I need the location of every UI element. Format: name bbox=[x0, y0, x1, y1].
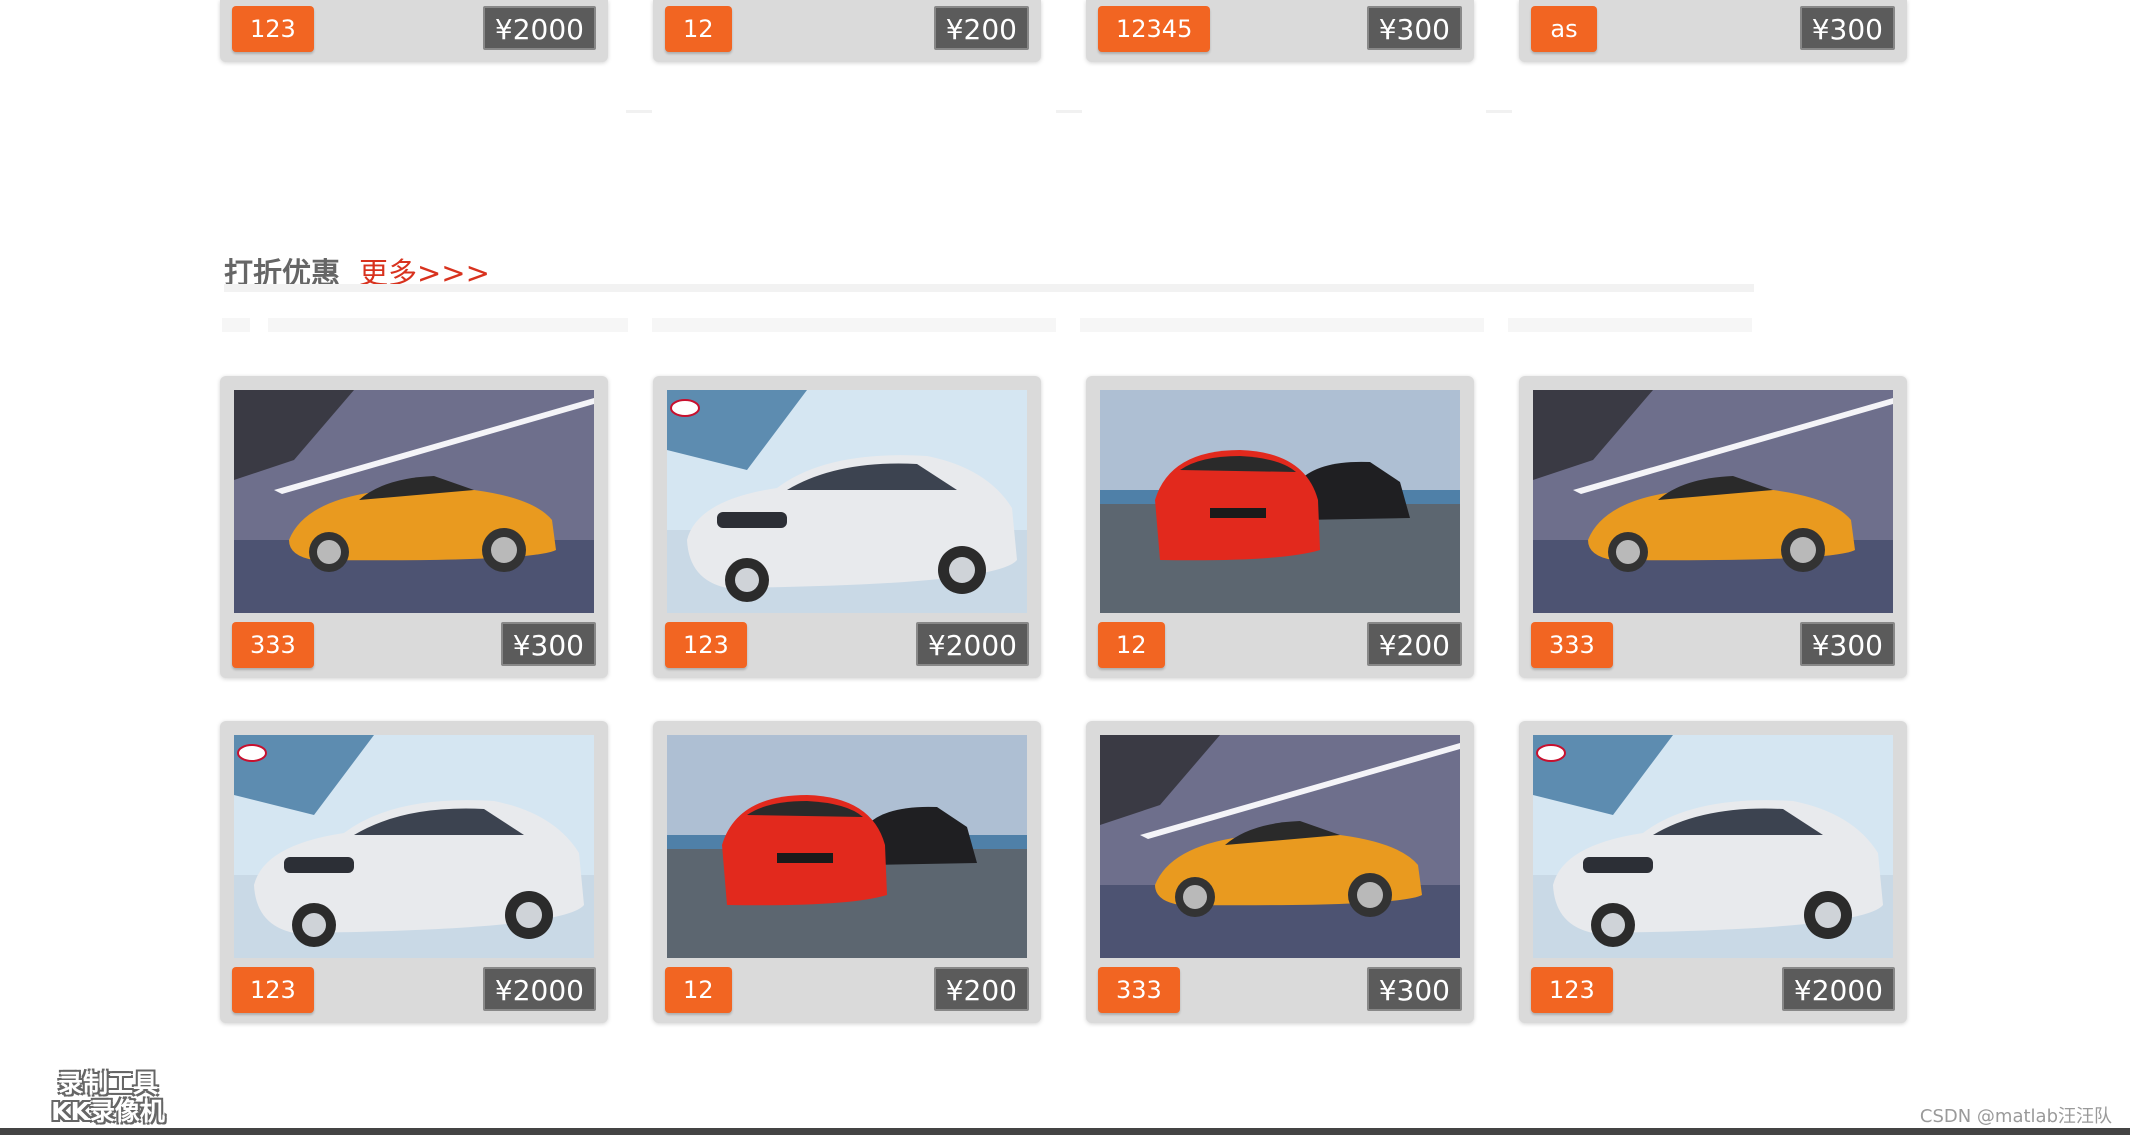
product-price: ¥2000 bbox=[1781, 967, 1895, 1011]
divider bbox=[1508, 318, 1752, 332]
product-card[interactable]: 123 ¥2000 bbox=[653, 376, 1041, 678]
silver-kia-sedan-image bbox=[667, 390, 1027, 613]
divider bbox=[1056, 110, 1082, 113]
divider bbox=[1486, 110, 1512, 113]
product-card[interactable]: 123 ¥2000 bbox=[220, 0, 608, 62]
product-tag[interactable]: 12 bbox=[665, 6, 732, 52]
red-bmw-image bbox=[1100, 390, 1460, 613]
product-price: ¥300 bbox=[1799, 6, 1895, 50]
product-price: ¥300 bbox=[500, 622, 596, 666]
credit-text: CSDN @matlab汪汪队 bbox=[1919, 1106, 2112, 1127]
car-photo[interactable] bbox=[667, 735, 1027, 958]
product-tag[interactable]: 123 bbox=[1531, 967, 1613, 1013]
silver-kia-sedan-image bbox=[234, 735, 594, 958]
product-card[interactable]: 333 ¥300 bbox=[1086, 721, 1474, 1023]
product-price: ¥200 bbox=[933, 6, 1029, 50]
recorder-watermark: 录制工具 KK录像机 bbox=[38, 1070, 178, 1128]
product-tag[interactable]: 123 bbox=[232, 967, 314, 1013]
orange-coupe-image bbox=[1100, 735, 1460, 958]
product-tag[interactable]: 12 bbox=[665, 967, 732, 1013]
section-divider bbox=[224, 284, 1754, 292]
product-tag[interactable]: 12345 bbox=[1098, 6, 1211, 52]
product-tag[interactable]: 12 bbox=[1098, 622, 1165, 668]
product-card[interactable]: 333 ¥300 bbox=[220, 376, 608, 678]
car-photo[interactable] bbox=[1533, 390, 1893, 613]
product-tag[interactable]: 333 bbox=[1531, 622, 1613, 668]
divider bbox=[222, 318, 250, 332]
product-tag[interactable]: 123 bbox=[665, 622, 747, 668]
product-price: ¥300 bbox=[1366, 6, 1462, 50]
product-card[interactable]: 12345 ¥300 bbox=[1086, 0, 1474, 62]
product-price: ¥200 bbox=[1366, 622, 1462, 666]
watermark-line: 录制工具 bbox=[57, 1069, 158, 1098]
product-card[interactable]: 123 ¥2000 bbox=[220, 721, 608, 1023]
car-photo[interactable] bbox=[1100, 390, 1460, 613]
product-price: ¥2000 bbox=[482, 967, 596, 1011]
car-photo[interactable] bbox=[667, 390, 1027, 613]
divider bbox=[652, 318, 1056, 332]
product-tag[interactable]: as bbox=[1531, 6, 1597, 52]
product-card[interactable]: 333 ¥300 bbox=[1519, 376, 1907, 678]
divider bbox=[626, 110, 652, 113]
product-card[interactable]: 12 ¥200 bbox=[653, 721, 1041, 1023]
product-price: ¥300 bbox=[1366, 967, 1462, 1011]
product-tag[interactable]: 123 bbox=[232, 6, 314, 52]
bottom-bar bbox=[0, 1128, 2130, 1135]
product-price: ¥200 bbox=[933, 967, 1029, 1011]
orange-coupe-image bbox=[1533, 390, 1893, 613]
product-card[interactable]: 12 ¥200 bbox=[1086, 376, 1474, 678]
product-card[interactable]: 123 ¥2000 bbox=[1519, 721, 1907, 1023]
product-price: ¥2000 bbox=[482, 6, 596, 50]
red-bmw-image bbox=[667, 735, 1027, 958]
car-photo[interactable] bbox=[1533, 735, 1893, 958]
product-price: ¥2000 bbox=[915, 622, 1029, 666]
orange-coupe-image bbox=[234, 390, 594, 613]
product-card[interactable]: as ¥300 bbox=[1519, 0, 1907, 62]
product-tag[interactable]: 333 bbox=[232, 622, 314, 668]
product-tag[interactable]: 333 bbox=[1098, 967, 1180, 1013]
car-photo[interactable] bbox=[234, 390, 594, 613]
car-photo[interactable] bbox=[1100, 735, 1460, 958]
divider bbox=[268, 318, 628, 332]
product-price: ¥300 bbox=[1799, 622, 1895, 666]
car-photo[interactable] bbox=[234, 735, 594, 958]
watermark-line: KK录像机 bbox=[51, 1097, 165, 1126]
page: 123 ¥2000 12 ¥200 12345 ¥300 as ¥300 打折优… bbox=[0, 0, 2130, 1135]
silver-kia-sedan-image bbox=[1533, 735, 1893, 958]
divider bbox=[1080, 318, 1484, 332]
product-card[interactable]: 12 ¥200 bbox=[653, 0, 1041, 62]
